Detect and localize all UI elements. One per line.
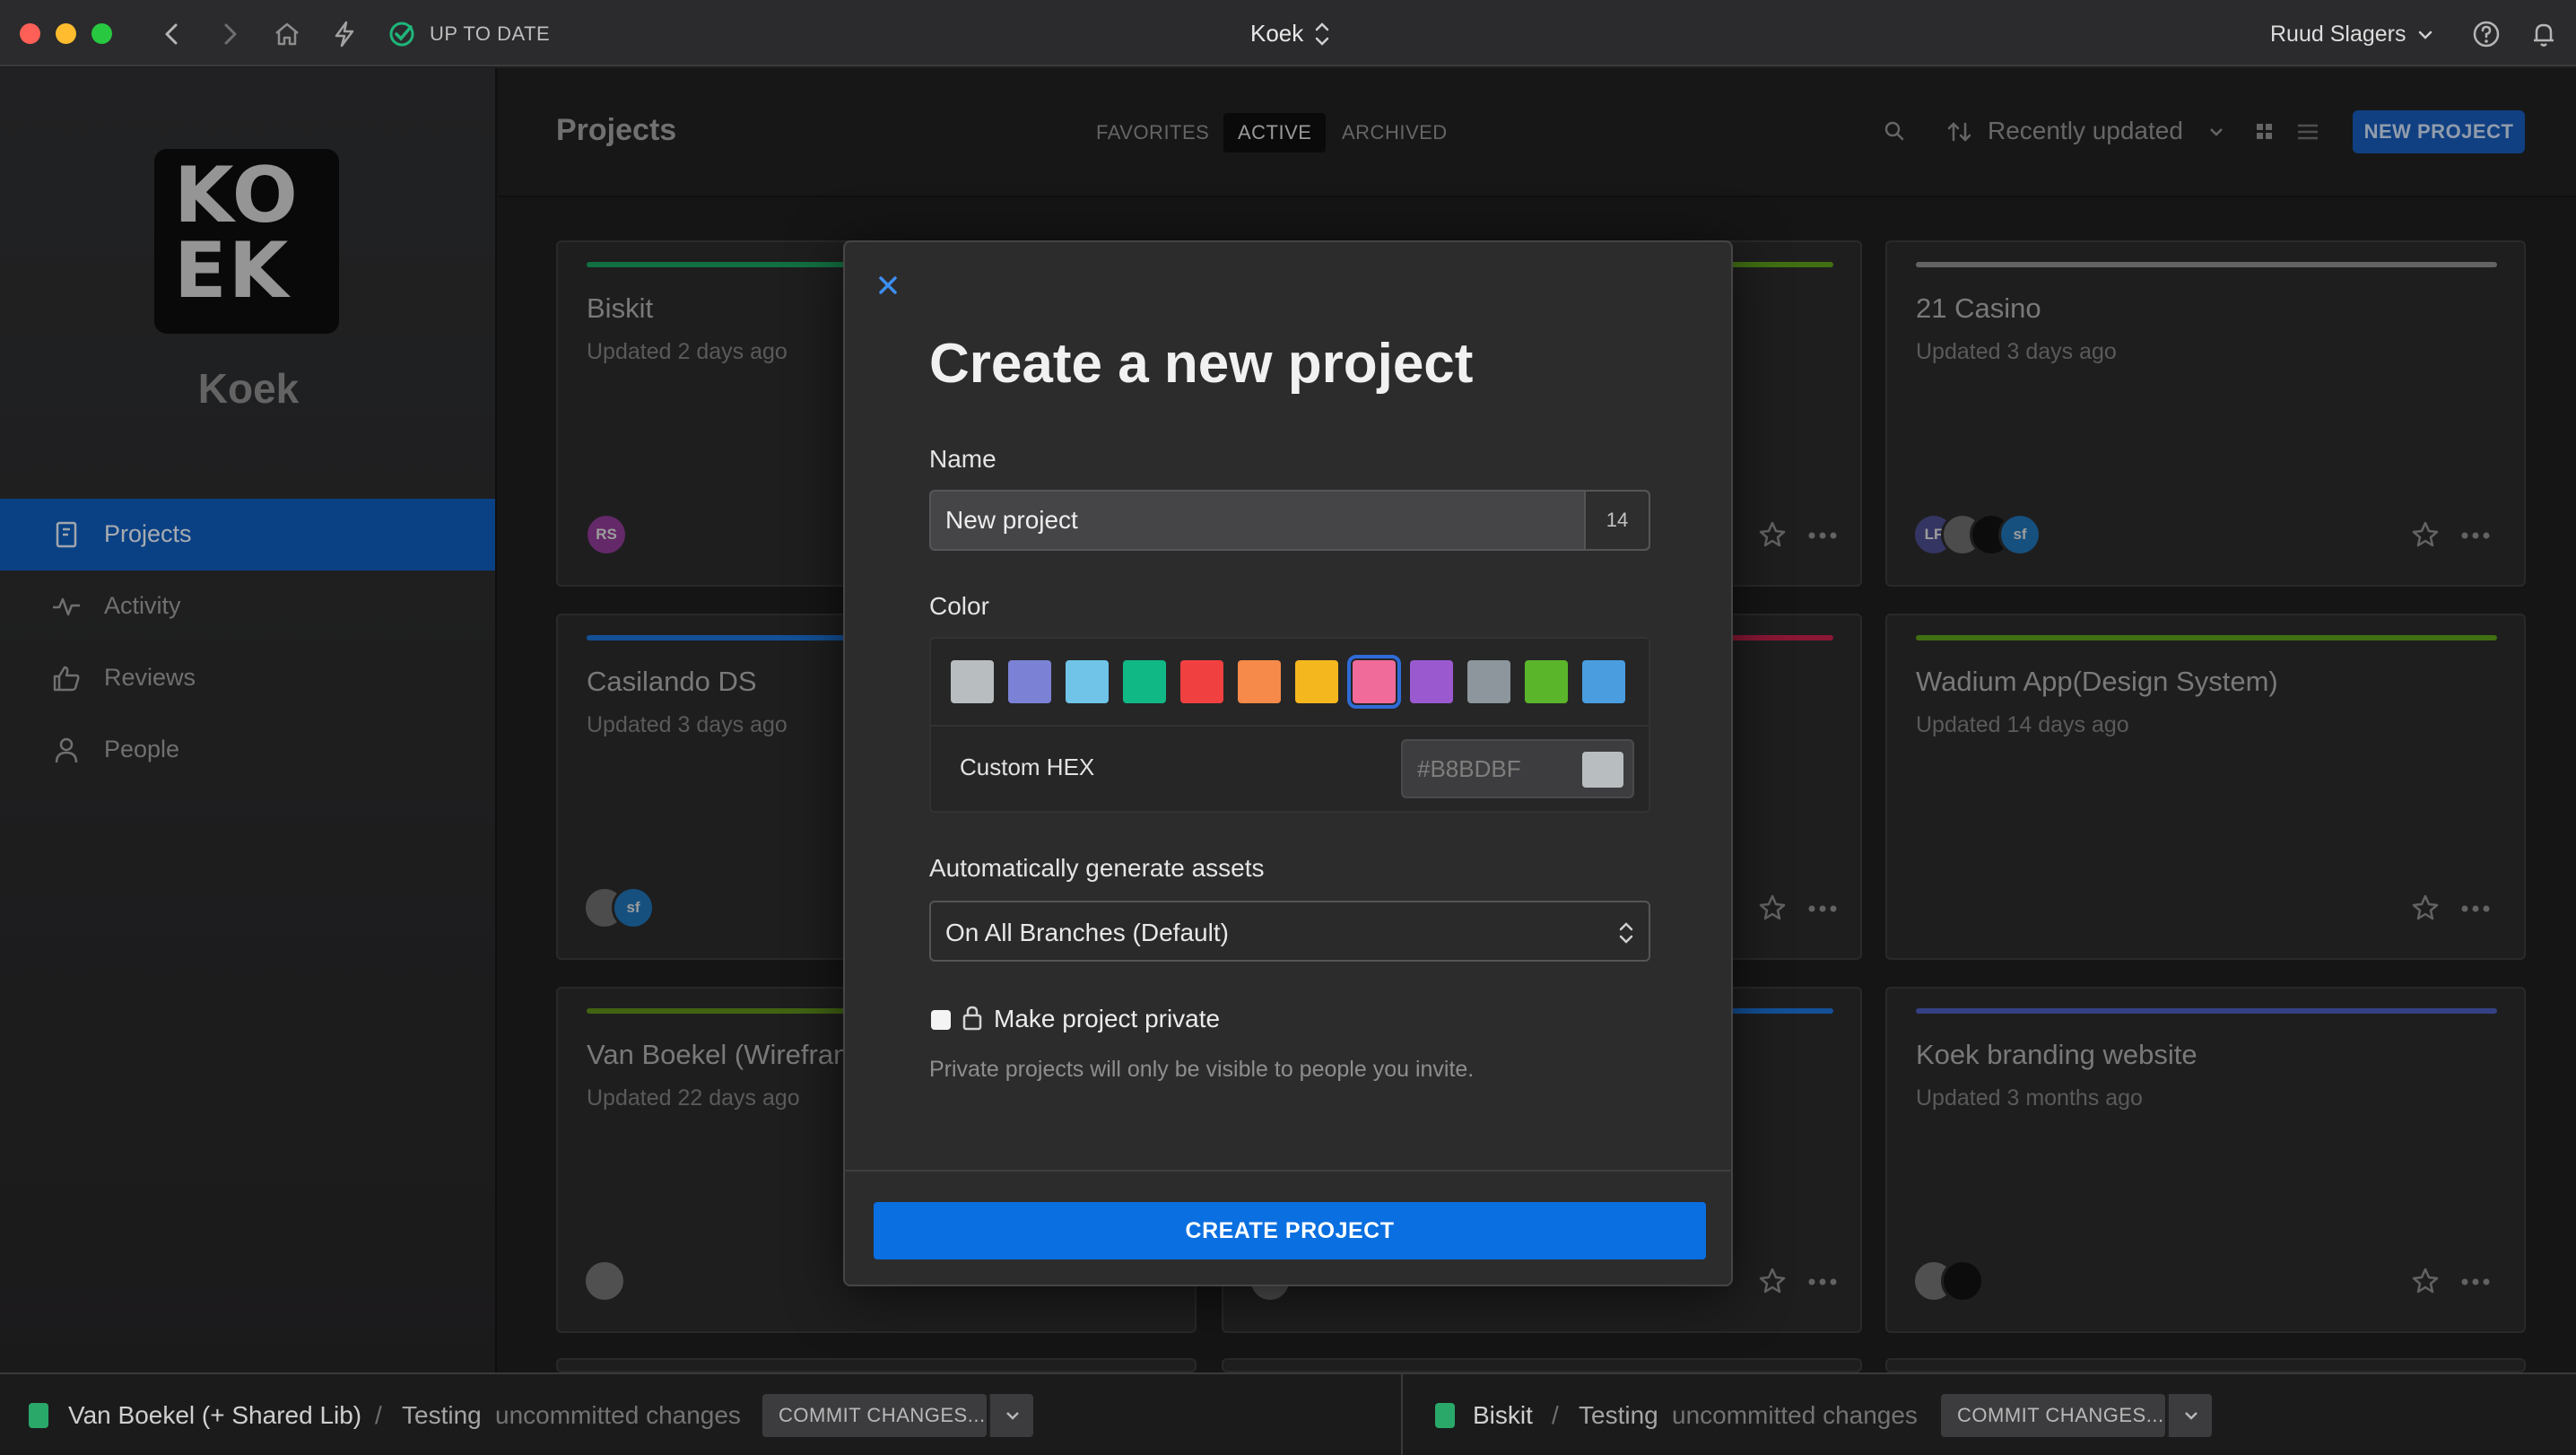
bell-icon[interactable] (2526, 16, 2562, 52)
window-close-button[interactable] (20, 23, 40, 44)
chevron-down-icon (2185, 1412, 2197, 1420)
sync-status: UP TO DATE (430, 22, 551, 45)
user-menu[interactable]: Ruud Slagers (2270, 22, 2406, 48)
commit-options-button[interactable] (2167, 1394, 2212, 1437)
workspace-switcher[interactable]: Koek (1250, 20, 1303, 48)
close-icon[interactable] (872, 269, 904, 301)
custom-hex-field[interactable]: #B8BDBF (1401, 739, 1634, 798)
footer-bar: Van Boekel (+ Shared Lib) / Testing unco… (0, 1372, 2576, 1455)
chevron-left-icon[interactable] (154, 16, 190, 52)
name-label: Name (929, 445, 996, 473)
commit-changes-button[interactable]: COMMIT CHANGES... (762, 1394, 987, 1437)
chevron-right-icon[interactable] (212, 16, 248, 52)
lock-icon (960, 1003, 985, 1033)
commit-changes-button[interactable]: COMMIT CHANGES... (1941, 1394, 2165, 1437)
commit-options-button[interactable] (988, 1394, 1033, 1437)
chevron-updown-icon[interactable] (1311, 18, 1333, 50)
create-project-button[interactable]: CREATE PROJECT (874, 1202, 1706, 1259)
color-swatch[interactable] (1467, 660, 1510, 703)
project-icon (1435, 1403, 1455, 1428)
project-icon (29, 1403, 48, 1428)
color-swatch[interactable] (951, 660, 994, 703)
color-swatch[interactable] (1123, 660, 1166, 703)
breadcrumb-separator: / (1552, 1401, 1559, 1429)
color-swatch[interactable] (1180, 660, 1223, 703)
chevron-down-icon (1006, 1412, 1019, 1420)
chevron-down-icon[interactable] (2415, 24, 2436, 46)
color-label: Color (929, 592, 989, 620)
footer-status: uncommitted changes (1672, 1401, 1918, 1429)
assets-label: Automatically generate assets (929, 854, 1265, 882)
private-help-text: Private projects will only be visible to… (929, 1057, 1475, 1082)
hex-color-preview (1582, 752, 1623, 788)
character-count: 14 (1584, 492, 1649, 549)
create-project-dialog: Create a new project Name 14 Color Custo… (843, 240, 1733, 1286)
divider (845, 1170, 1731, 1172)
dialog-title: Create a new project (929, 333, 1474, 395)
footer-branch[interactable]: Testing (1579, 1401, 1658, 1430)
footer-project[interactable]: Biskit (1473, 1401, 1533, 1430)
footer-status: uncommitted changes (495, 1401, 741, 1429)
color-swatch[interactable] (1525, 660, 1568, 703)
assets-selected-value: On All Branches (Default) (945, 919, 1229, 946)
home-icon[interactable] (269, 16, 305, 52)
custom-hex-label: Custom HEX (960, 754, 1095, 780)
private-checkbox[interactable] (931, 1010, 951, 1030)
project-name-input[interactable] (929, 490, 1650, 551)
color-swatch[interactable] (1410, 660, 1453, 703)
footer-branch[interactable]: Testing (402, 1401, 482, 1430)
footer-project[interactable]: Van Boekel (+ Shared Lib) (68, 1401, 361, 1430)
window-minimize-button[interactable] (56, 23, 76, 44)
custom-hex-input[interactable]: #B8BDBF (1417, 755, 1521, 783)
check-circle-icon (384, 16, 420, 52)
color-swatch[interactable] (1008, 660, 1051, 703)
color-swatch-selected[interactable] (1347, 655, 1401, 709)
breadcrumb-separator: / (375, 1401, 382, 1429)
assets-select[interactable]: On All Branches (Default) (929, 901, 1650, 962)
color-swatch[interactable] (1582, 660, 1625, 703)
bolt-icon[interactable] (326, 16, 362, 52)
color-picker: Custom HEX #B8BDBF (929, 637, 1650, 813)
chevron-updown-icon (1616, 919, 1636, 947)
help-icon[interactable] (2468, 16, 2504, 52)
window-maximize-button[interactable] (91, 23, 112, 44)
color-swatch[interactable] (1238, 660, 1281, 703)
color-swatch[interactable] (1295, 660, 1338, 703)
private-label[interactable]: Make project private (994, 1005, 1220, 1033)
divider (931, 725, 1649, 727)
color-swatch[interactable] (1066, 660, 1109, 703)
title-bar: UP TO DATE Koek Ruud Slagers (0, 0, 2576, 66)
footer-divider (1401, 1374, 1403, 1455)
